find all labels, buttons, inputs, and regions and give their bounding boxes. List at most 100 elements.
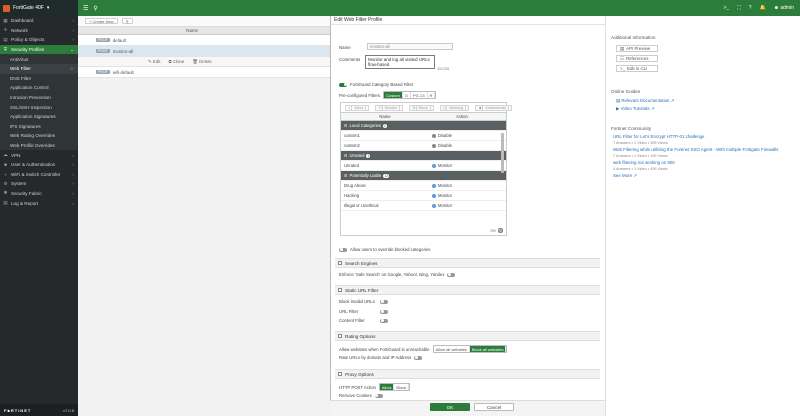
sidebar-item-web-profile-overrides[interactable]: Web Profile Overrides xyxy=(0,140,78,151)
http-post-allow[interactable]: Allow xyxy=(379,384,395,390)
sidebar-item-ips-signatures[interactable]: IPS Signatures xyxy=(0,121,78,132)
sidebar-item-user-auth[interactable]: ☻ User & Authentication › xyxy=(0,160,78,170)
help-icon[interactable]: ? xyxy=(749,5,752,11)
collapse-icon[interactable]: ⊟ xyxy=(344,153,348,158)
preset-r[interactable]: R xyxy=(427,92,436,98)
authenticate-button[interactable]: ☻ Authenticate xyxy=(475,104,513,111)
edit-button[interactable]: ✎ Edit xyxy=(148,59,160,65)
table-row[interactable]: PROF monitor-all xyxy=(78,46,330,57)
sidebar-item-application-control[interactable]: Application Control xyxy=(0,83,78,93)
terminal-icon[interactable]: >_ xyxy=(723,5,729,11)
comments-textarea[interactable]: Monitor and log all visited URLs flow-ba… xyxy=(365,55,435,69)
sidebar-item-security-profiles[interactable]: ⛨ Security Profiles ⌄ xyxy=(0,44,78,55)
ok-button[interactable]: OK xyxy=(430,403,470,411)
sidebar-item-log-report[interactable]: ▤ Log & Report › xyxy=(0,198,78,208)
action-column-header[interactable]: Action xyxy=(429,113,495,120)
remove-cookies-toggle[interactable] xyxy=(374,393,383,398)
table-row[interactable]: PROF default xyxy=(78,35,330,46)
sidebar-item-dashboard[interactable]: ▦ Dashboard › xyxy=(0,16,78,26)
refresh-icon[interactable]: ↻ xyxy=(497,228,503,233)
http-post-block[interactable]: Block xyxy=(394,384,410,390)
sidebar-item-network[interactable]: ✛ Network › xyxy=(0,26,78,36)
rating-options-checkbox[interactable] xyxy=(338,334,342,338)
relevant-documentation-link[interactable]: ▤ Relevant Documentation ↗ xyxy=(616,98,674,104)
search-engines-checkbox[interactable] xyxy=(338,261,342,265)
see-more-link[interactable]: See More ↗ xyxy=(613,173,797,179)
category-group-row[interactable]: ⊟ Potentially Liable 12 xyxy=(341,171,506,181)
table-row[interactable]: PROF wifi-default xyxy=(78,67,330,78)
content-filter-toggle[interactable] xyxy=(380,318,388,323)
sidebar-item-dns-filter[interactable]: DNS Filter xyxy=(0,73,78,84)
category-row[interactable]: Drug Abuse Monitor xyxy=(341,181,506,191)
fullscreen-icon[interactable]: ⛶ xyxy=(737,5,741,11)
api-preview-button[interactable]: ▤ API Preview xyxy=(616,45,658,52)
allow-button[interactable]: ✓ Allow xyxy=(345,104,370,111)
category-row[interactable]: Unrated Monitor xyxy=(341,161,506,171)
name-column-header[interactable]: Name xyxy=(341,113,429,120)
override-toggle[interactable] xyxy=(339,247,347,252)
category-action-cell[interactable]: Disable xyxy=(429,143,495,148)
name-column-header[interactable]: Name xyxy=(78,28,198,33)
static-url-checkbox[interactable] xyxy=(338,288,342,292)
collapse-icon[interactable]: ⊟ xyxy=(344,123,348,128)
cancel-button[interactable]: Cancel xyxy=(474,403,514,411)
preset-g[interactable]: G xyxy=(402,92,411,98)
sidebar-item-intrusion-prevention[interactable]: Intrusion Prevention xyxy=(0,92,78,103)
name-input[interactable]: monitor-all xyxy=(367,43,453,50)
create-new-button[interactable]: + Create New xyxy=(85,18,118,24)
allow-all-websites-option[interactable]: Allow all websites xyxy=(433,346,470,352)
monitor-button[interactable]: ☉ Monitor xyxy=(375,104,404,111)
block-button[interactable]: ⊘ Block xyxy=(409,104,434,111)
category-row[interactable]: Illegal or Unethical Monitor xyxy=(341,201,506,211)
sidebar-item-application-signatures[interactable]: Application Signatures xyxy=(0,111,78,122)
star-icon[interactable]: ☆ xyxy=(70,66,74,72)
edit-cli-button[interactable]: >_ Edit in CLI xyxy=(616,65,658,72)
sidebar-item-ssl-ssh[interactable]: SSL/SSH Inspection xyxy=(0,102,78,112)
menu-icon[interactable]: ☰ xyxy=(83,5,88,12)
proxy-options-section[interactable]: Proxy Options xyxy=(335,369,600,379)
rating-options-section[interactable]: Rating Options xyxy=(335,331,600,341)
community-post-link[interactable]: web filtering not working on 900 xyxy=(613,160,797,165)
sidebar-item-web-filter[interactable]: Web Filter ☆ xyxy=(0,63,78,74)
collapse-icon[interactable]: ⊟ xyxy=(344,173,348,178)
category-row[interactable]: Hacking Monitor xyxy=(341,191,506,201)
video-tutorials-link[interactable]: ▶ Video Tutorials ↗ xyxy=(616,106,674,112)
warning-button[interactable]: ⚠ Warning xyxy=(439,104,470,111)
static-url-section[interactable]: Static URL Filter xyxy=(335,285,600,295)
user-menu[interactable]: ☻ admin xyxy=(774,5,794,11)
block-all-websites-option[interactable]: Block all websites xyxy=(469,346,507,352)
category-row[interactable]: custom2 Disable xyxy=(341,141,506,151)
search-engines-section[interactable]: Search Engines xyxy=(335,258,600,268)
category-group-row[interactable]: ⊟ Local Categories 2 xyxy=(341,121,506,131)
safe-search-toggle[interactable] xyxy=(447,272,456,277)
scrollbar[interactable] xyxy=(501,133,504,173)
category-action-cell[interactable]: Monitor xyxy=(429,203,495,208)
sidebar-item-wifi-switch[interactable]: ≈ WiFi & Switch Controller › xyxy=(0,170,78,180)
url-filter-toggle[interactable] xyxy=(380,309,388,314)
bell-icon[interactable]: 🔔 xyxy=(759,5,765,11)
sidebar-item-policy[interactable]: ▤ Policy & Objects › xyxy=(0,35,78,45)
category-row[interactable]: custom1 Disable xyxy=(341,131,506,141)
sidebar-item-vpn[interactable]: ☁ VPN › xyxy=(0,150,78,160)
sidebar-item-system[interactable]: ⚙ System › xyxy=(0,179,78,189)
block-invalid-toggle[interactable] xyxy=(380,299,388,304)
clone-button[interactable]: ⧉ Clone xyxy=(168,59,184,64)
category-action-cell[interactable]: Monitor xyxy=(429,193,495,198)
device-header[interactable]: FortiGate 40F ▾ xyxy=(0,0,78,16)
preset-custom[interactable]: Custom xyxy=(384,92,403,98)
delete-button[interactable]: 🗑 Delete xyxy=(192,59,212,65)
category-group-row[interactable]: ⊟ Unrated 1 xyxy=(341,151,506,161)
search-field[interactable]: ⚲ xyxy=(121,18,133,24)
rate-urls-toggle[interactable] xyxy=(414,355,423,360)
community-post-link[interactable]: URL Filter for Let's Encrypt HTTP-01 cha… xyxy=(613,134,797,139)
fortiguard-toggle[interactable] xyxy=(339,82,347,87)
references-button[interactable]: ☷ References xyxy=(616,55,658,62)
preset-pg13[interactable]: PG-13 xyxy=(410,92,428,98)
category-action-cell[interactable]: Monitor xyxy=(429,163,495,168)
proxy-options-checkbox[interactable] xyxy=(338,372,342,376)
category-action-cell[interactable]: Disable xyxy=(429,133,495,138)
sidebar-item-antivirus[interactable]: AntiVirus xyxy=(0,54,78,64)
sidebar-item-security-fabric[interactable]: ✱ Security Fabric › xyxy=(0,189,78,199)
sidebar-item-web-rating-overrides[interactable]: Web Rating Overrides xyxy=(0,131,78,141)
category-action-cell[interactable]: Monitor xyxy=(429,183,495,188)
